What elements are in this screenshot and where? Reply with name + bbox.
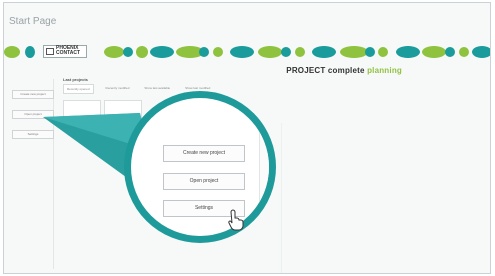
pointer-hand-icon <box>228 209 244 231</box>
zoom-magnifier: Create new project Open project Settings <box>124 91 276 243</box>
open-project-button[interactable]: Open project <box>163 173 245 190</box>
create-new-project-button[interactable]: Create new project <box>163 145 245 162</box>
screenshot-stage: Start Page PHOENIX CONTACT PROJECT compl… <box>0 0 495 276</box>
